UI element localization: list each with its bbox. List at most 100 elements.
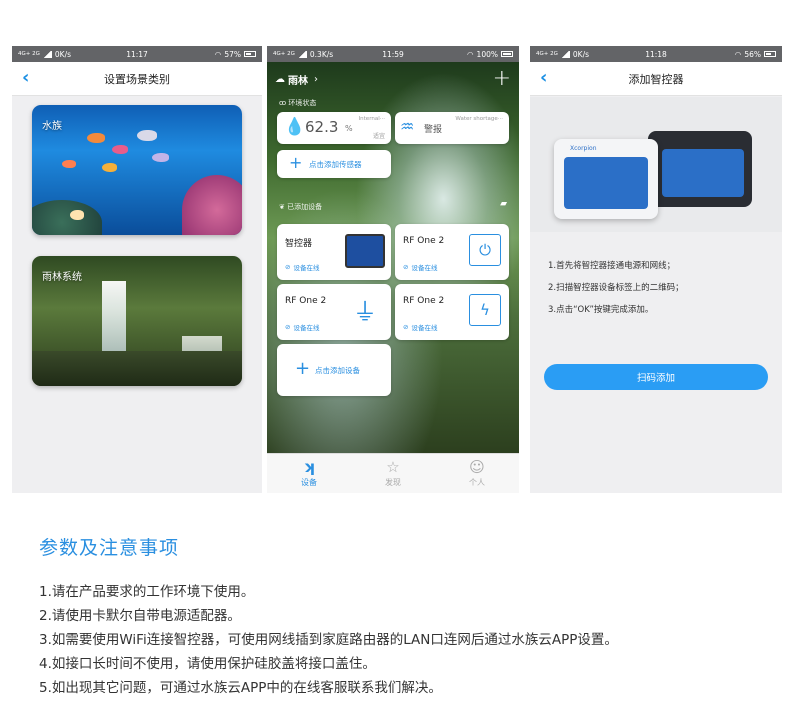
tag-icon: ▰ xyxy=(500,199,507,209)
controller-device-black xyxy=(648,131,752,207)
rocks-decoration xyxy=(32,351,242,386)
device-status-text: 设备在线 xyxy=(411,264,438,272)
humidity-card[interactable]: 💧 62.3 % Internal··· 适宜 xyxy=(277,112,391,144)
tab-label: 发现 xyxy=(385,478,401,487)
add-sensor-label: 点击添加传感器 xyxy=(309,160,362,169)
controller-device-icon xyxy=(345,234,385,268)
step-1: 1.首先将智控器接通电源和网线； xyxy=(548,261,676,271)
device-name: RF One 2 xyxy=(403,236,445,246)
person-icon: ☺ xyxy=(469,458,485,476)
link-icon: ⊘ xyxy=(403,263,409,271)
device-card-rf-one-1[interactable]: RF One 2 ⊘ 设备在线 ⏻ xyxy=(395,224,509,280)
devices-tab-icon: ʞ xyxy=(303,458,315,476)
tab-bar: ʞ 设备 ☆ 发现 ☺ 个人 xyxy=(267,453,519,493)
setup-steps: 1.首先将智控器接通电源和网线； 2.扫描智控器设备标签上的二维码； 3.点击“… xyxy=(548,255,684,321)
scene-header: ☁ 雨林 › + xyxy=(275,68,511,90)
tab-label: 个人 xyxy=(469,478,485,487)
wifi-icon: ◠ xyxy=(734,49,742,59)
back-chevron-icon[interactable]: ‹ xyxy=(540,69,560,89)
phone-device-dashboard: 4G+ 2G 0.3K/s 11:59 ◠ 100% ☁ 雨林 › + ꝏ 环境状态… xyxy=(267,46,519,493)
add-plus-icon[interactable]: + xyxy=(493,68,511,90)
note-item: 5.如出现其它问题，可通过水族云APP中的在线客服联系我们解决。 xyxy=(39,680,442,696)
plus-icon: + xyxy=(289,153,303,172)
env-label-text: 环境状态 xyxy=(288,99,317,107)
humidity-status: 适宜 xyxy=(372,133,385,140)
coral-decoration xyxy=(32,200,102,235)
alarm-desc: Water shortage··· xyxy=(455,116,503,122)
plug-icon: ⏚ xyxy=(353,298,377,326)
humidity-unit: % xyxy=(345,124,353,133)
chevron-right-icon[interactable]: › xyxy=(314,74,318,85)
wifi-icon: ◠ xyxy=(214,49,222,59)
link-icon: ⊘ xyxy=(285,263,291,271)
note-item: 2.请使用卡默尔自带电源适配器。 xyxy=(39,608,241,624)
tab-discover[interactable]: ☆ 发现 xyxy=(351,454,435,493)
fish-decoration xyxy=(112,145,128,154)
fish-decoration xyxy=(152,153,169,162)
scene-selector[interactable]: 雨林 xyxy=(288,72,308,87)
device-card-controller[interactable]: 智控器 ⊘ 设备在线 xyxy=(277,224,391,280)
sensor-label: Internal··· xyxy=(358,116,385,122)
socket-icon: ⏻ xyxy=(469,234,501,266)
device-status: ⊘ 设备在线 xyxy=(285,322,319,332)
fish-decoration xyxy=(137,130,157,141)
notes-list: 1.请在产品要求的工作环境下使用。 2.请使用卡默尔自带电源适配器。 3.如需要… xyxy=(39,580,618,700)
wifi-icon: ◠ xyxy=(467,49,474,59)
star-icon: ☆ xyxy=(386,458,400,476)
fish-decoration xyxy=(102,163,117,172)
scene-card-rainforest[interactable]: 雨林系统 xyxy=(32,256,242,386)
battery-percent: 57% xyxy=(224,49,241,59)
device-status-text: 设备在线 xyxy=(293,264,320,272)
add-device-button[interactable]: + 点击添加设备 xyxy=(277,344,391,396)
device-group-icon: ❦ xyxy=(279,203,288,211)
link-icon: ⊘ xyxy=(403,323,409,331)
alarm-card[interactable]: ♒ 警报 Water shortage··· xyxy=(395,112,509,144)
coral-decoration xyxy=(182,175,242,235)
power-strip-icon: ϟ xyxy=(469,294,501,326)
waterfall-decoration xyxy=(102,281,126,351)
cloud-icon: ☁ xyxy=(275,73,285,85)
tab-devices[interactable]: ʞ 设备 xyxy=(267,454,351,493)
fish-decoration xyxy=(87,133,105,143)
water-shortage-icon: ♒ xyxy=(400,117,415,136)
battery-icon xyxy=(764,51,776,57)
device-card-rf-one-3[interactable]: RF One 2 ⊘ 设备在线 ϟ xyxy=(395,284,509,340)
leaf-icon: ꝏ xyxy=(279,99,289,107)
step-2: 2.扫描智控器设备标签上的二维码； xyxy=(548,283,684,293)
status-bar: 4G+ 2G 0.3K/s 11:59 ◠ 100% xyxy=(267,46,519,62)
controller-device-white: Xcorpion xyxy=(554,139,658,219)
scan-add-button[interactable]: 扫码添加 xyxy=(544,364,768,390)
device-name: RF One 2 xyxy=(403,296,445,306)
note-item: 3.如需要使用WiFi连接智控器，可使用网线插到家庭路由器的LAN口连网后通过水… xyxy=(39,632,618,648)
device-brand: Xcorpion xyxy=(570,145,597,152)
scene-label: 水族 xyxy=(42,121,62,132)
device-status: ⊘ 设备在线 xyxy=(285,262,319,272)
battery-icon xyxy=(501,51,513,57)
device-status: ⊘ 设备在线 xyxy=(403,322,437,332)
page-title: 设置场景类别 xyxy=(104,72,170,86)
device-name: RF One 2 xyxy=(285,296,327,306)
tab-profile[interactable]: ☺ 个人 xyxy=(435,454,519,493)
notes-title: 参数及注意事项 xyxy=(39,537,180,559)
note-item: 4.如接口长时间不使用，请使用保护硅胶盖将接口盖住。 xyxy=(39,656,376,672)
step-3: 3.点击“OK”按键完成添加。 xyxy=(548,305,654,315)
nav-bar: ‹ 设置场景类别 xyxy=(12,62,262,96)
scene-label: 雨林系统 xyxy=(42,272,82,283)
tab-label: 设备 xyxy=(301,478,317,487)
add-sensor-button[interactable]: + 点击添加传感器 xyxy=(277,150,391,178)
fish-decoration xyxy=(70,210,84,220)
scene-card-aquarium[interactable]: 水族 xyxy=(32,105,242,235)
devices-label: ❦ 已添加设备 xyxy=(279,202,322,212)
back-chevron-icon[interactable]: ‹ xyxy=(22,69,42,89)
phone-scene-category: 4G+ 2G 0K/s 11:17 ◠ 57% ‹ 设置场景类别 水族 雨林系统 xyxy=(12,46,262,493)
controller-photo: Xcorpion xyxy=(530,97,782,232)
fish-decoration xyxy=(62,160,76,168)
status-bar: 4G+ 2G 0K/s 11:17 ◠ 57% xyxy=(12,46,262,62)
note-item: 1.请在产品要求的工作环境下使用。 xyxy=(39,584,255,600)
device-card-rf-one-2[interactable]: RF One 2 ⊘ 设备在线 ⏚ xyxy=(277,284,391,340)
page-title: 添加智控器 xyxy=(628,72,684,86)
link-icon: ⊘ xyxy=(285,323,291,331)
battery-icon xyxy=(244,51,256,57)
device-name: 智控器 xyxy=(285,239,313,249)
plus-icon: + xyxy=(295,358,311,379)
